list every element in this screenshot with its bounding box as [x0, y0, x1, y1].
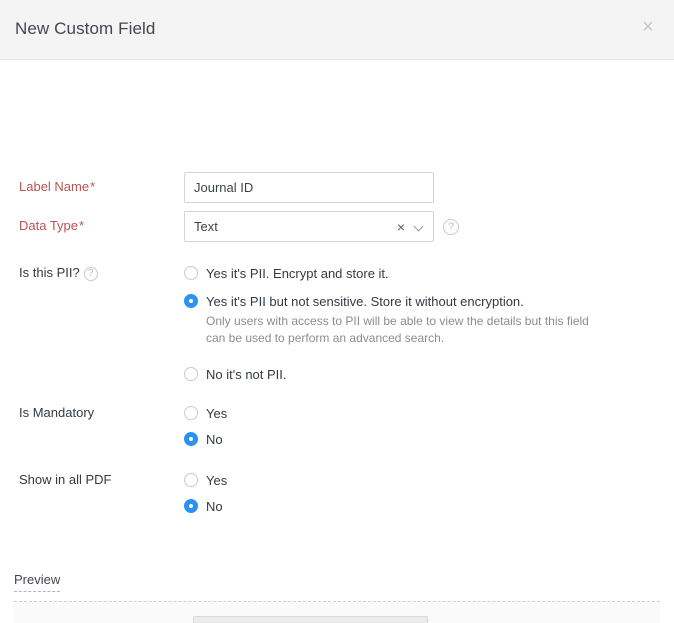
radio-pii-encrypt[interactable]: Yes it's PII. Encrypt and store it.: [184, 265, 389, 283]
data-type-label: Data Type*: [19, 218, 84, 233]
is-pii-help-icon[interactable]: ?: [83, 267, 98, 281]
radio-circle[interactable]: [184, 406, 198, 420]
radio-pii-no-encrypt-hint: Only users with access to PII will be ab…: [206, 314, 589, 345]
preview-title: Preview: [14, 572, 61, 592]
radio-pii-none[interactable]: No it's not PII.: [184, 366, 287, 384]
radio-label[interactable]: No it's not PII.: [206, 367, 287, 382]
clear-icon[interactable]: ×: [397, 218, 405, 236]
is-pii-label-text: Is this PII?: [19, 265, 80, 280]
required-asterisk: *: [79, 218, 85, 233]
radio-label[interactable]: Yes it's PII. Encrypt and store it.: [206, 266, 389, 281]
radio-pdf-no[interactable]: No: [184, 498, 223, 516]
radio-mandatory-no[interactable]: No: [184, 431, 223, 449]
data-type-text: Data Type: [19, 218, 79, 233]
preview-panel: Journal ID: [14, 601, 660, 623]
label-name-input[interactable]: [184, 172, 434, 203]
radio-circle[interactable]: [184, 473, 198, 487]
is-mandatory-label: Is Mandatory: [19, 405, 95, 420]
is-pii-label: Is this PII??: [19, 265, 98, 281]
radio-label[interactable]: Yes: [206, 406, 227, 421]
data-type-selected-value: Text: [194, 219, 218, 234]
radio-pii-no-encrypt[interactable]: Yes it's PII but not sensitive. Store it…: [184, 293, 524, 311]
chevron-down-icon[interactable]: [415, 223, 424, 232]
show-in-pdf-label: Show in all PDF: [19, 472, 112, 487]
page-title: New Custom Field: [15, 19, 156, 38]
radio-circle[interactable]: [184, 432, 198, 446]
radio-circle[interactable]: [184, 499, 198, 513]
radio-pdf-yes[interactable]: Yes: [184, 472, 227, 490]
label-name-label: Label Name*: [19, 179, 95, 194]
radio-label[interactable]: No: [206, 432, 223, 447]
label-name-text: Label Name: [19, 179, 90, 194]
radio-label[interactable]: No: [206, 499, 223, 514]
radio-label[interactable]: Yes it's PII but not sensitive. Store it…: [206, 294, 524, 309]
dialog-header: New Custom Field ×: [0, 0, 674, 60]
close-icon[interactable]: ×: [637, 16, 659, 38]
radio-mandatory-yes[interactable]: Yes: [184, 405, 227, 423]
new-custom-field-dialog: New Custom Field × Label Name* Data Type…: [0, 0, 674, 623]
radio-circle[interactable]: [184, 294, 198, 308]
radio-circle[interactable]: [184, 367, 198, 381]
radio-label[interactable]: Yes: [206, 473, 227, 488]
radio-circle[interactable]: [184, 266, 198, 280]
data-type-select[interactable]: Text ×: [184, 211, 434, 242]
required-asterisk: *: [90, 179, 96, 194]
data-type-help-icon[interactable]: ?: [443, 219, 459, 235]
preview-field-input: [193, 616, 428, 623]
